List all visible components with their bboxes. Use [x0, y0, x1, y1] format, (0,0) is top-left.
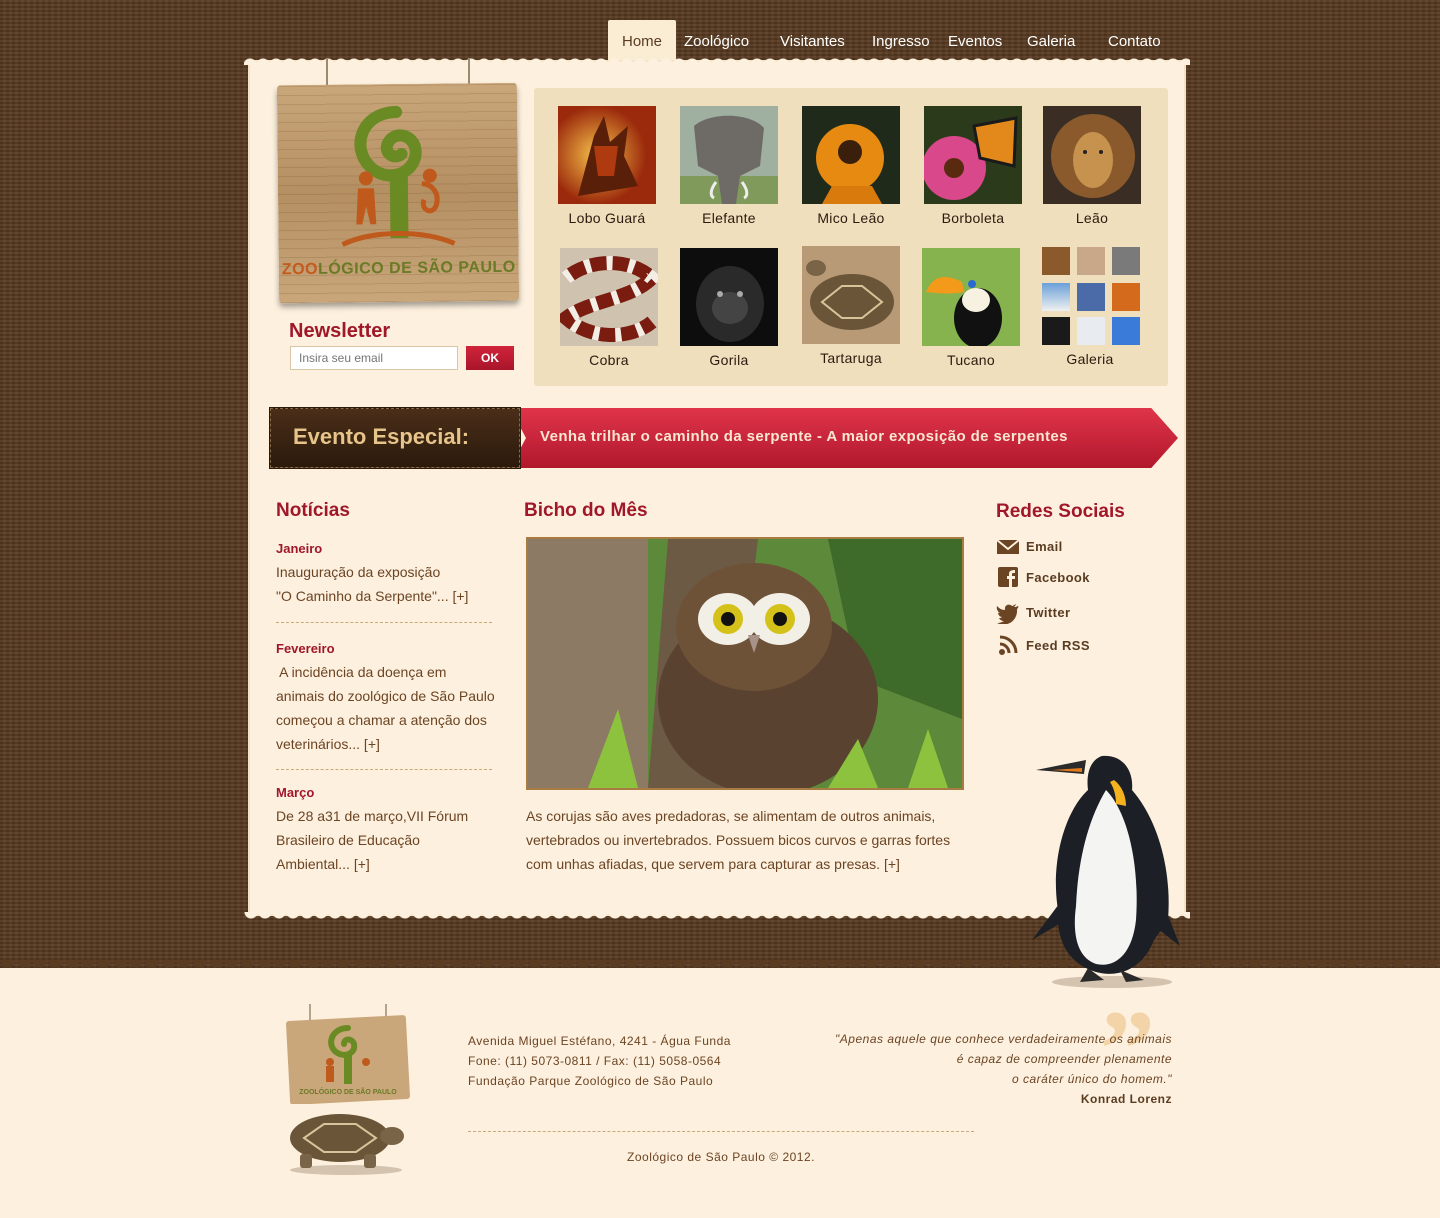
news-month-fevereiro: Fevereiro: [276, 641, 335, 656]
gallery-caption: Cobra: [589, 352, 629, 368]
owl-photo[interactable]: [526, 537, 964, 790]
gorilla-photo-icon: [680, 248, 778, 346]
mini-thumb-deer-icon[interactable]: [1077, 247, 1105, 275]
mini-thumb-penguin-icon[interactable]: [1042, 283, 1070, 311]
newsletter-submit-button[interactable]: OK: [466, 346, 514, 370]
footer-logo-sign-icon[interactable]: ZOOLÓGICO DE SÃO PAULO: [282, 1004, 414, 1104]
social-title: Redes Sociais: [996, 501, 1125, 522]
animal-of-month-title: Bicho do Mês: [524, 500, 648, 521]
event-description-ribbon: Venha trilhar o caminho da serpente - A …: [510, 408, 1178, 468]
elephant-photo-icon: [680, 106, 778, 204]
animal-of-month-description: As corujas são aves predadoras, se alime…: [526, 808, 951, 872]
mini-thumb-blue-butterfly-icon[interactable]: [1112, 317, 1140, 345]
footer-copyright: Zoológico de São Paulo © 2012.: [627, 1150, 815, 1164]
gallery-caption: Mico Leão: [817, 210, 885, 226]
mini-thumb-dolphin-icon[interactable]: [1077, 283, 1105, 311]
tortoise-photo-icon: [802, 246, 900, 344]
logo-wooden-sign[interactable]: ZOOLÓGICO DE SÃO PAULO: [276, 82, 520, 304]
gallery-item-tucano[interactable]: Tucano: [922, 248, 1020, 368]
butterfly-photo-icon: [924, 106, 1022, 204]
mini-thumb-lion-icon[interactable]: [1042, 247, 1070, 275]
gallery-item-gorila[interactable]: Gorila: [680, 248, 778, 368]
gallery-item-lobo-guara[interactable]: Lobo Guará: [558, 106, 656, 226]
gallery-caption: Galeria: [1066, 351, 1114, 367]
news-divider: [276, 769, 492, 770]
toucan-photo-icon: [922, 248, 1020, 346]
gallery-item-leao[interactable]: Leão: [1043, 106, 1141, 226]
gallery-caption: Gorila: [709, 352, 749, 368]
penguin-illustration-icon: [1032, 755, 1180, 988]
mini-thumb-gorilla-icon[interactable]: [1042, 317, 1070, 345]
tamarin-photo-icon: [802, 106, 900, 204]
gallery-caption: Tartaruga: [820, 350, 882, 366]
lion-photo-icon: [1043, 106, 1141, 204]
special-event-banner[interactable]: Venha trilhar o caminho da serpente - A …: [269, 407, 1180, 470]
mini-thumb-elephant-icon[interactable]: [1112, 247, 1140, 275]
footer-turtle-icon: [290, 1114, 404, 1175]
rss-icon: [999, 635, 1018, 655]
facebook-icon: [998, 567, 1018, 587]
gallery-caption: Lobo Guará: [568, 210, 646, 226]
news-item-janeiro[interactable]: Inauguração da exposição "O Caminho da Se…: [276, 560, 498, 608]
news-item-marco[interactable]: De 28 a31 de março,VII Fórum Brasileiro d…: [276, 804, 498, 876]
footer-quote-line: é capaz de compreender plenamente: [956, 1052, 1172, 1066]
footer-address-line: Avenida Miguel Estéfano, 4241 - Água Fun…: [468, 1034, 731, 1048]
gallery-item-elefante[interactable]: Elefante: [680, 106, 778, 226]
gallery-item-mico-leao[interactable]: Mico Leão: [802, 106, 900, 226]
news-month-marco: Março: [276, 785, 315, 800]
logo-wordmark: ZOOLÓGICO DE SÃO PAULO: [281, 258, 516, 279]
mini-thumb-owl-icon[interactable]: [1077, 317, 1105, 345]
svg-text:ZOOLÓGICO DE SÃO PAULO: ZOOLÓGICO DE SÃO PAULO: [299, 1087, 397, 1096]
footer-quote-author: Konrad Lorenz: [1080, 1092, 1172, 1106]
quote-mark-icon: ”: [1100, 988, 1155, 1110]
footer-divider: [468, 1131, 974, 1132]
gallery-item-tartaruga[interactable]: Tartaruga: [802, 246, 900, 366]
owl-photo-icon: [528, 539, 962, 788]
snake-photo-icon: [560, 248, 658, 346]
news-item-fevereiro[interactable]: A incidência da doença em animais do zool…: [276, 660, 498, 756]
gallery-caption: Leão: [1075, 210, 1109, 226]
newsletter-email-input[interactable]: [290, 346, 458, 370]
news-month-janeiro: Janeiro: [276, 541, 323, 556]
footer-phone-line: Fone: (11) 5073-0811 / Fax: (11) 5058-05…: [468, 1054, 722, 1068]
news-title: Notícias: [276, 500, 350, 521]
mini-thumb-butterfly-icon[interactable]: [1112, 283, 1140, 311]
newsletter-title: Newsletter: [289, 320, 391, 342]
news-divider: [276, 622, 492, 623]
wolf-photo-icon: [558, 106, 656, 204]
gallery-item-borboleta[interactable]: Borboleta: [924, 106, 1022, 226]
gallery-item-cobra[interactable]: Cobra: [560, 248, 658, 368]
zoo-logo-icon: [341, 106, 456, 247]
gallery-caption: Elefante: [702, 210, 756, 226]
gallery-caption: Tucano: [947, 352, 995, 368]
email-icon: [996, 539, 1020, 554]
footer-quote-line: "Apenas aquele que conhece verdadeiramen…: [835, 1032, 1172, 1046]
footer-foundation-line: Fundação Parque Zoológico de São Paulo: [468, 1074, 714, 1088]
footer-quote-line: o caráter único do homem.": [1012, 1072, 1172, 1086]
event-label-box: Evento Especial:: [269, 407, 521, 469]
twitter-icon: [996, 604, 1019, 624]
gallery-caption: Borboleta: [941, 210, 1005, 226]
